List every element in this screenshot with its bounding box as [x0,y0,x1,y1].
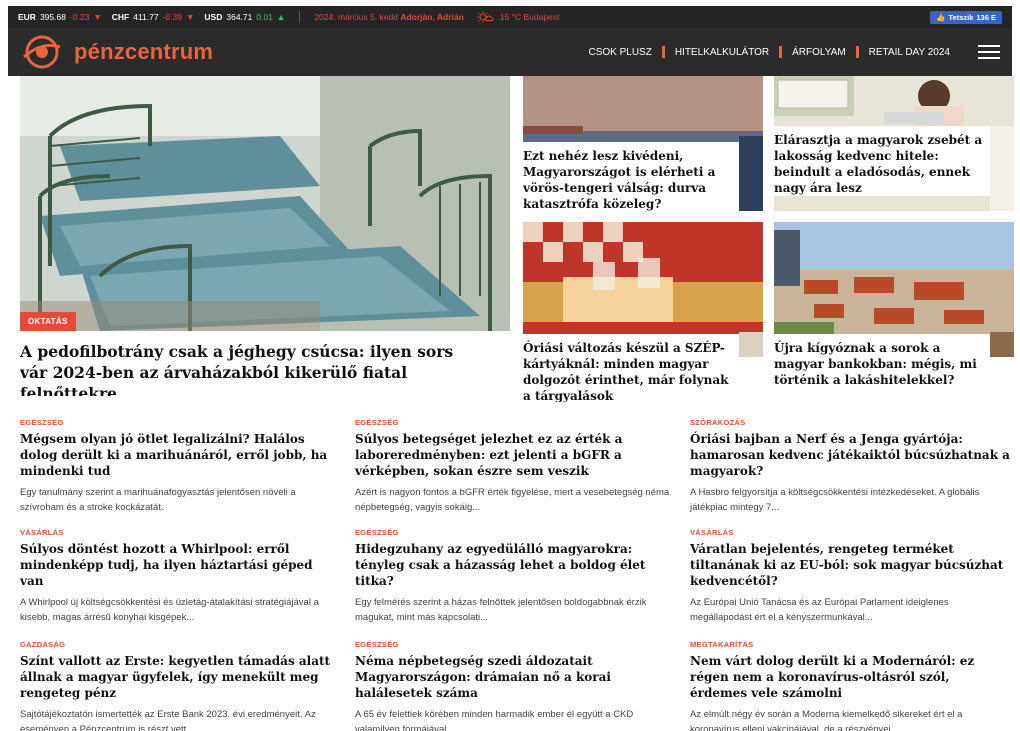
partly-sunny-icon [476,11,494,23]
article-title[interactable]: Váratlan bejelentés, rengeteg terméket t… [690,541,1010,589]
article-category[interactable]: EGÉSZSÉG [20,418,340,427]
chf-label: CHF [111,12,130,22]
ticker-usd[interactable]: USD 364.71 0.01 ▲ [204,12,285,22]
main-nav: CSOK PLUSZ HITELKALKULÁTOR ÁRFOLYAM RETA… [578,45,1000,59]
chf-change: -0.39 [162,12,182,22]
list-item[interactable]: VÁSÁRLÁS Váratlan bejelentés, rengeteg t… [690,528,1010,625]
list-item[interactable]: GAZDASÁG Színt vallott az Erste: kegyetl… [20,640,340,731]
list-item[interactable]: EGÉSZSÉG Hidegzuhany az egyedülálló magy… [355,528,675,625]
eur-label: EUR [18,12,36,22]
facebook-like-button[interactable]: 👍 Tetszik 136 E [930,10,1002,24]
article-category[interactable]: VÁSÁRLÁS [690,528,1010,537]
article-title[interactable]: Nem várt dolog derült ki a Modernáról: e… [690,653,1010,701]
logo-text: pénzcentrum [74,39,214,64]
eur-change: -0.23 [69,12,90,22]
fb-like-count: 136 E [976,12,996,22]
article-caption: Újra kígyóznak a sorok a magyar bankokba… [774,334,990,388]
currency-ticker-bar: EUR 395.68 -0.23 ▼ CHF 411.77 -0.39 ▼ US… [8,6,1012,28]
article-excerpt: Az Európai Unió Tanácsa és az Európai Pa… [690,597,949,623]
eur-value: 395.68 [39,12,66,22]
article-title[interactable]: Óriási változás készül a SZÉP-kártyáknál… [523,340,735,402]
article-title[interactable]: Ezt nehéz lesz kivédeni, Magyarországot … [523,148,735,212]
site-header: pénzcentrum CSOK PLUSZ HITELKALKULÁTOR Á… [8,28,1012,76]
article-title[interactable]: Elárasztja a magyarok zsebét a lakosság … [774,132,986,196]
current-date: 2024. március 5. kedd [314,12,398,22]
article-category[interactable]: GAZDASÁG [20,640,340,649]
article-category[interactable]: EGÉSZSÉG [355,418,675,427]
down-arrow-icon: ▼ [185,12,195,22]
date-nameday: 2024. március 5. kedd Adorján, Adrián [314,12,463,22]
article-category[interactable]: SZÓRAKOZÁS [690,418,1010,427]
ticker-chf[interactable]: CHF 411.77 -0.39 ▼ [112,12,195,22]
list-item[interactable]: EGÉSZSÉG Mégsem olyan jó ötlet legalizál… [20,418,340,515]
article-title[interactable]: Mégsem olyan jó ötlet legalizálni? Halál… [20,431,340,479]
usd-change: 0.01 [256,12,273,22]
article-excerpt: A Hasbro felgyorsítja a költségcsökkenté… [690,487,980,513]
logo-mark-icon [23,35,61,69]
article-title[interactable]: Súlyos döntést hozott a Whirlpool: erről… [20,541,340,589]
nameday-names: Adorján, Adrián [400,12,464,22]
usd-label: USD [204,12,223,22]
article-caption: Óriási változás készül a SZÉP-kártyáknál… [523,334,739,402]
up-arrow-icon: ▲ [276,12,286,22]
list-item[interactable]: EGÉSZSÉG Súlyos betegséget jelezhet ez a… [355,418,675,515]
article-title[interactable]: Újra kígyóznak a sorok a magyar bankokba… [774,340,986,388]
article-title[interactable]: Súlyos betegséget jelezhet ez az érték a… [355,431,675,479]
article-excerpt: Egy tanulmány szerint a marihuánafogyasz… [20,487,296,513]
article-excerpt: A Whirlpool új költségcsökkentési és üzl… [20,597,319,623]
category-badge[interactable]: OKTATÁS [20,312,76,331]
usd-value: 364.71 [226,12,253,22]
article-excerpt: Sajtótájékoztatón ismertették az Erste B… [20,709,316,731]
list-item[interactable]: EGÉSZSÉG Néma népbetegség szedi áldozata… [355,640,675,731]
nav-item-arfolyam[interactable]: ÁRFOLYAM [782,47,856,58]
down-arrow-icon: ▼ [93,12,102,22]
article-title[interactable]: Néma népbetegség szedi áldozatait Magyar… [355,653,675,701]
fb-like-label: Tetszik [948,12,974,22]
article-excerpt: Egy felmérés szerint a házas felnőttek j… [355,597,647,623]
article-caption: Ezt nehéz lesz kivédeni, Magyarországot … [523,142,739,212]
hero-article[interactable]: OKTATÁS A pedofilbotrány csak a jéghegy … [20,76,510,396]
article-title[interactable]: Színt vallott az Erste: kegyetlen támadá… [20,653,340,701]
weather-text: 15 °C Budapest [499,12,560,22]
hero-title[interactable]: A pedofilbotrány csak a jéghegy csúcsa: … [20,341,458,396]
site-logo[interactable]: pénzcentrum [20,35,213,69]
article-excerpt: A 65 év felettiek körében minden harmadi… [355,709,634,731]
article-category[interactable]: MEGTAKARÍTÁS [690,640,1010,649]
article-title[interactable]: Óriási bajban a Nerf és a Jenga gyártója… [690,431,1010,479]
nav-item-csok-plusz[interactable]: CSOK PLUSZ [578,47,661,58]
nav-item-retail-day[interactable]: RETAIL DAY 2024 [859,47,960,58]
list-item[interactable]: VÁSÁRLÁS Súlyos döntést hozott a Whirlpo… [20,528,340,625]
ticker-divider [299,11,301,23]
article-category[interactable]: VÁSÁRLÁS [20,528,340,537]
article-category[interactable]: EGÉSZSÉG [355,528,675,537]
chf-value: 411.77 [133,12,159,22]
article-category[interactable]: EGÉSZSÉG [355,640,675,649]
thumbs-up-icon: 👍 [936,12,946,22]
ticker-eur[interactable]: EUR 395.68 -0.23 ▼ [18,12,102,22]
article-excerpt: Az elmúlt négy év során a Moderna kiemel… [690,709,963,731]
list-item[interactable]: MEGTAKARÍTÁS Nem várt dolog derült ki a … [690,640,1010,731]
nav-item-hitelkalkulator[interactable]: HITELKALKULÁTOR [665,47,779,58]
list-item[interactable]: SZÓRAKOZÁS Óriási bajban a Nerf és a Jen… [690,418,1010,515]
article-caption: Elárasztja a magyarok zsebét a lakosság … [774,126,990,196]
weather-widget[interactable]: 15 °C Budapest [476,11,560,23]
article-title[interactable]: Hidegzuhany az egyedülálló magyarokra: t… [355,541,675,589]
hero-image-orphanage-beds [20,76,510,331]
article-card[interactable]: Újra kígyóznak a sorok a magyar bankokba… [774,222,1014,402]
hero-caption: A pedofilbotrány csak a jéghegy csúcsa: … [20,331,462,396]
article-excerpt: Azért is nagyon fontos a bGFR érték figy… [355,487,670,513]
article-card[interactable]: Óriási változás készül a SZÉP-kártyáknál… [523,222,763,402]
hamburger-menu-icon[interactable] [978,45,1000,59]
